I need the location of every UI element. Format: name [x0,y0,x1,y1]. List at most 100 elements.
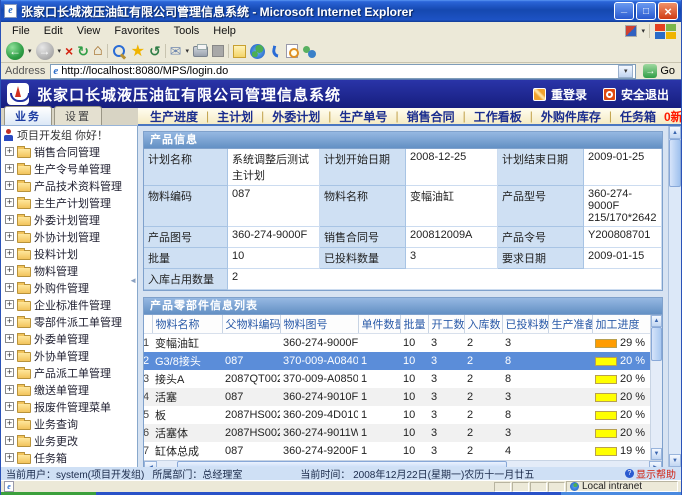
sidebar-item-18[interactable]: 业务更改 [1,432,137,449]
parts-row-5[interactable]: 5板2087HS002360-209-4D01011032820 % [144,406,650,424]
cell[interactable]: 087 [222,388,280,406]
cell[interactable] [548,370,592,388]
sidebar-item-8[interactable]: 物料管理 [1,262,137,279]
cell[interactable]: 1 [358,388,400,406]
cell[interactable]: 3 [502,424,548,442]
forward-icon[interactable] [36,42,54,60]
adobe-dropdown-icon[interactable] [641,27,645,35]
expand-plus-icon[interactable] [5,249,14,258]
sidebar-item-11[interactable]: 零部件派工单管理 [1,313,137,330]
cell[interactable]: 2087QT002 [222,370,280,388]
cell[interactable]: 2 [464,388,502,406]
forward-dropdown-icon[interactable] [58,47,62,55]
address-input[interactable]: http://localhost:8080/MPS/login.do [50,64,636,79]
expand-plus-icon[interactable] [5,198,14,207]
cell[interactable]: 1 [358,424,400,442]
mail-icon[interactable] [170,43,182,60]
cell[interactable]: 370-009-A0840 [280,352,358,370]
cell[interactable] [548,352,592,370]
menu-item-view[interactable]: View [70,24,108,38]
parts-row-7[interactable]: 7缸体总成087360-274-9200F11032419 % [144,442,650,460]
nav-item-4[interactable]: 生产单号 [339,108,387,125]
parts-row-1[interactable]: 1变幅油缸360-274-9000F1032329 % [144,334,650,353]
cell[interactable]: 缸体总成 [152,442,222,460]
logout-button[interactable]: 安全退出 [603,86,669,103]
cell[interactable] [548,424,592,442]
sidebar-item-10[interactable]: 企业标准件管理 [1,296,137,313]
close-button[interactable] [658,2,678,20]
cell[interactable]: 1 [358,352,400,370]
cell[interactable]: 8 [502,406,548,424]
expand-plus-icon[interactable] [5,419,14,428]
back-icon[interactable] [6,42,24,60]
scroll-down-icon[interactable] [669,454,681,467]
menu-item-file[interactable]: File [5,24,37,38]
sidebar-item-19[interactable]: 任务箱 [1,449,137,466]
cell[interactable]: 087 [222,352,280,370]
expand-plus-icon[interactable] [5,300,14,309]
nav-item-5[interactable]: 销售合同 [407,108,455,125]
expand-plus-icon[interactable] [5,147,14,156]
cell[interactable]: 接头A [152,370,222,388]
cell[interactable]: 360-274-9000F [280,334,358,353]
menu-item-edit[interactable]: Edit [37,24,70,38]
search-icon[interactable] [112,44,127,59]
cell[interactable]: 变幅油缸 [152,334,222,353]
cell[interactable] [222,334,280,353]
expand-plus-icon[interactable] [5,453,14,462]
expand-plus-icon[interactable] [5,368,14,377]
sidebar-item-17[interactable]: 业务查询 [1,415,137,432]
cell[interactable]: 360-274-9200F [280,442,358,460]
cell[interactable]: 3 [428,442,464,460]
scrollbar-thumb[interactable] [651,327,662,361]
messenger-icon[interactable] [302,45,317,58]
expand-plus-icon[interactable] [5,436,14,445]
history-icon[interactable] [149,43,161,60]
scroll-up-icon[interactable] [669,126,681,139]
cell[interactable]: 3 [502,334,548,353]
notes-icon[interactable] [233,45,246,58]
cell[interactable]: 3 [428,352,464,370]
menu-item-help[interactable]: Help [206,24,243,38]
expand-plus-icon[interactable] [5,385,14,394]
scrollbar-track[interactable] [157,461,649,467]
parts-vertical-scrollbar[interactable] [650,315,662,460]
cell[interactable]: G3/8接头 [152,352,222,370]
expand-plus-icon[interactable] [5,283,14,292]
favorites-icon[interactable] [131,41,145,61]
sidebar-item-6[interactable]: 外协计划管理 [1,228,137,245]
sidebar-item-3[interactable]: 产品技术资料管理 [1,177,137,194]
go-button[interactable]: Go [641,64,677,78]
expand-plus-icon[interactable] [5,181,14,190]
sidebar-item-4[interactable]: 主生产计划管理 [1,194,137,211]
cell[interactable]: 3 [502,388,548,406]
mail-dropdown-icon[interactable] [185,47,189,55]
cell[interactable]: 2 [464,424,502,442]
title-bar[interactable]: 张家口长城液压油缸有限公司管理信息系统 - Microsoft Internet… [1,0,681,22]
sidebar-item-5[interactable]: 外委计划管理 [1,211,137,228]
expand-plus-icon[interactable] [5,334,14,343]
nav-item-6[interactable]: 工作看板 [474,108,522,125]
curved-arrow-icon[interactable] [269,45,282,58]
parts-row-2[interactable]: 2G3/8接头087370-009-A084011032820 % [144,352,650,370]
cell[interactable]: 10 [400,352,428,370]
expand-plus-icon[interactable] [5,402,14,411]
back-dropdown-icon[interactable] [28,47,32,55]
cell[interactable]: 10 [400,334,428,353]
globe-icon[interactable] [250,44,265,59]
cell[interactable]: 3 [428,334,464,353]
content-scrollbar[interactable] [668,126,681,467]
cell[interactable]: 8 [502,352,548,370]
address-dropdown-icon[interactable] [618,65,633,78]
cell[interactable] [548,334,592,353]
sidebar-item-16[interactable]: 报废件管理菜单 [1,398,137,415]
scrollbar-thumb[interactable] [177,461,507,467]
cell[interactable]: 2087HS002 [222,424,280,442]
cell[interactable]: 8 [502,370,548,388]
cell[interactable]: 2087HS002 [222,406,280,424]
home-icon[interactable] [93,42,103,60]
cell[interactable]: 2 [464,442,502,460]
cell[interactable]: 370-009-A0850 [280,370,358,388]
cell[interactable]: 2 [464,334,502,353]
cell[interactable]: 360-274-9010F [280,388,358,406]
